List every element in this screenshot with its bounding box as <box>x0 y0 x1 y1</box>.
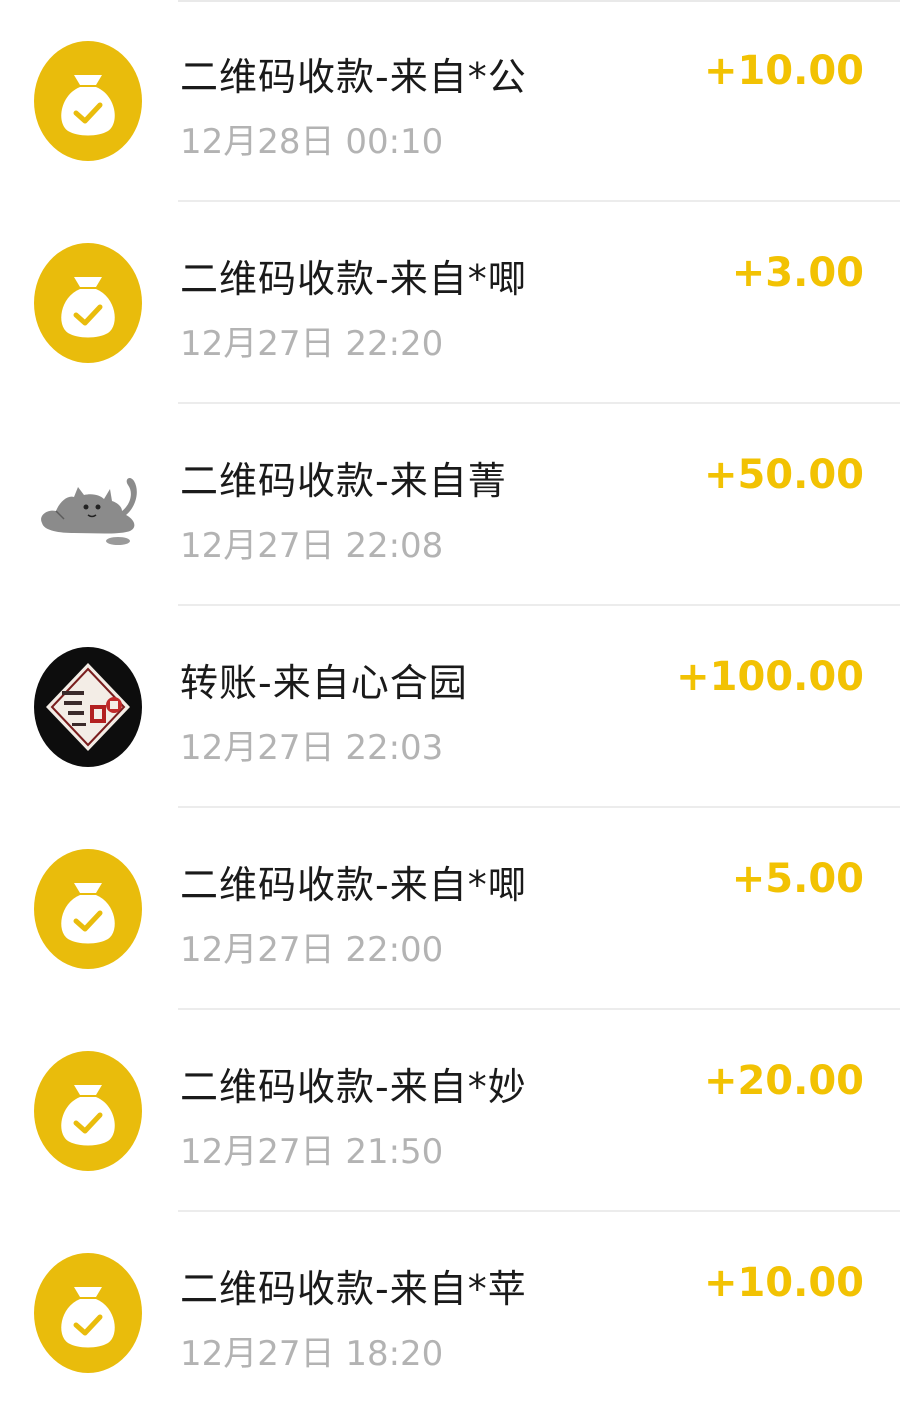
transaction-title: 二维码收款-来自*唧 <box>180 257 527 301</box>
transaction-row[interactable]: 二维码收款-来自*妙 12月27日 21:50 +20.00 <box>0 1010 900 1212</box>
transaction-time: 12月27日 21:50 <box>180 1132 444 1172</box>
transaction-row[interactable]: 二维码收款-来自*唧 12月27日 22:20 +3.00 <box>0 202 900 404</box>
money-bag-check-icon <box>34 1051 142 1171</box>
transaction-time: 12月27日 22:08 <box>180 526 444 566</box>
transaction-time: 12月27日 18:20 <box>180 1334 444 1374</box>
transaction-time: 12月27日 22:03 <box>180 728 444 768</box>
transaction-list: 二维码收款-来自*公 12月28日 00:10 +10.00 二维码收款-来自*… <box>0 0 900 1414</box>
money-bag-check-icon <box>34 849 142 969</box>
transaction-amount: +10.00 <box>703 48 864 94</box>
transaction-time: 12月27日 22:20 <box>180 324 444 364</box>
transaction-row[interactable]: 二维码收款-来自*唧 12月27日 22:00 +5.00 <box>0 808 900 1010</box>
transaction-title: 二维码收款-来自*妙 <box>180 1065 527 1109</box>
transaction-time: 12月28日 00:10 <box>180 122 444 162</box>
transaction-amount: +50.00 <box>703 452 864 498</box>
transaction-row[interactable]: 二维码收款-来自*公 12月28日 00:10 +10.00 <box>0 0 900 202</box>
transaction-amount: +20.00 <box>703 1058 864 1104</box>
transaction-title: 二维码收款-来自菁 <box>180 459 507 503</box>
transaction-amount: +100.00 <box>676 654 864 700</box>
cat-avatar <box>34 445 142 565</box>
transaction-row[interactable]: 转账-来自心合园 12月27日 22:03 +100.00 <box>0 606 900 808</box>
transaction-amount: +3.00 <box>731 250 864 296</box>
transaction-title: 二维码收款-来自*苹 <box>180 1267 527 1311</box>
money-bag-check-icon <box>34 243 142 363</box>
money-bag-check-icon <box>34 41 142 161</box>
transaction-title: 二维码收款-来自*唧 <box>180 863 527 907</box>
transaction-row[interactable]: 二维码收款-来自*苹 12月27日 18:20 +10.00 <box>0 1212 900 1414</box>
money-bag-check-icon <box>34 1253 142 1373</box>
transaction-time: 12月27日 22:00 <box>180 930 444 970</box>
transaction-title: 转账-来自心合园 <box>180 661 468 705</box>
shop-logo-avatar <box>34 647 142 767</box>
transaction-row[interactable]: 二维码收款-来自菁 12月27日 22:08 +50.00 <box>0 404 900 606</box>
transaction-amount: +5.00 <box>731 856 864 902</box>
transaction-title: 二维码收款-来自*公 <box>180 55 527 99</box>
transaction-amount: +10.00 <box>703 1260 864 1306</box>
